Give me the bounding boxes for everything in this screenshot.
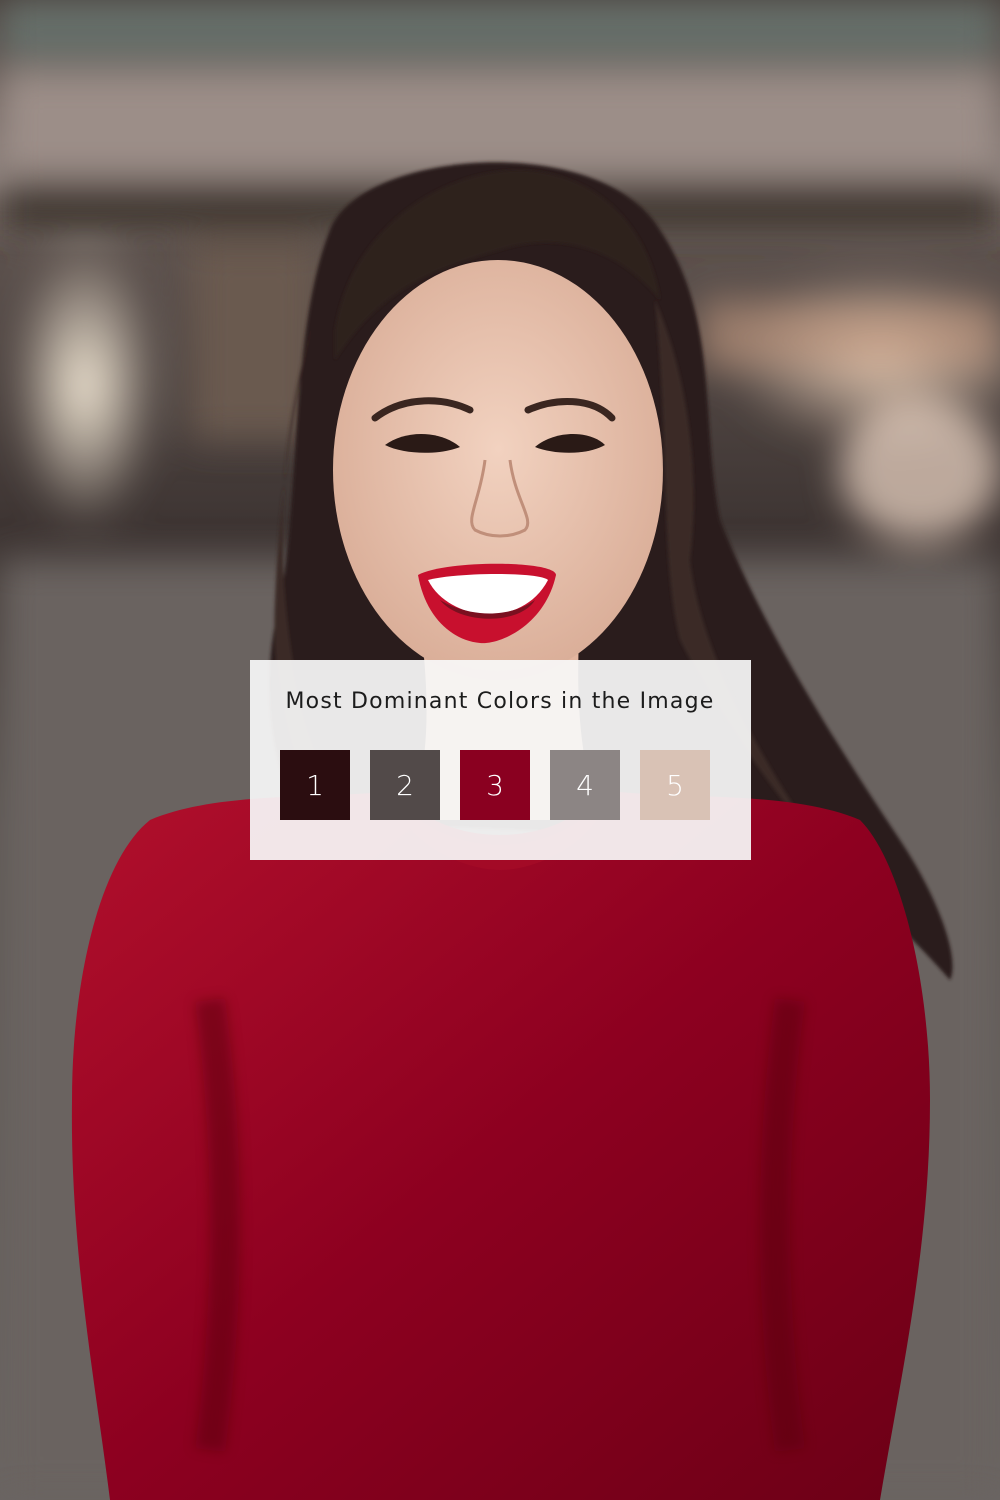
palette-title: Most Dominant Colors in the Image	[285, 689, 715, 714]
swatch-label: 4	[576, 768, 594, 802]
swatch-label: 2	[396, 768, 414, 802]
color-swatch-5: 5	[640, 750, 710, 820]
swatch-row: 1 2 3 4 5	[280, 750, 720, 820]
swatch-label: 5	[666, 768, 684, 802]
swatch-label: 3	[486, 768, 504, 802]
swatch-label: 1	[306, 768, 324, 802]
color-swatch-2: 2	[370, 750, 440, 820]
color-swatch-4: 4	[550, 750, 620, 820]
color-swatch-1: 1	[280, 750, 350, 820]
color-swatch-3: 3	[460, 750, 530, 820]
